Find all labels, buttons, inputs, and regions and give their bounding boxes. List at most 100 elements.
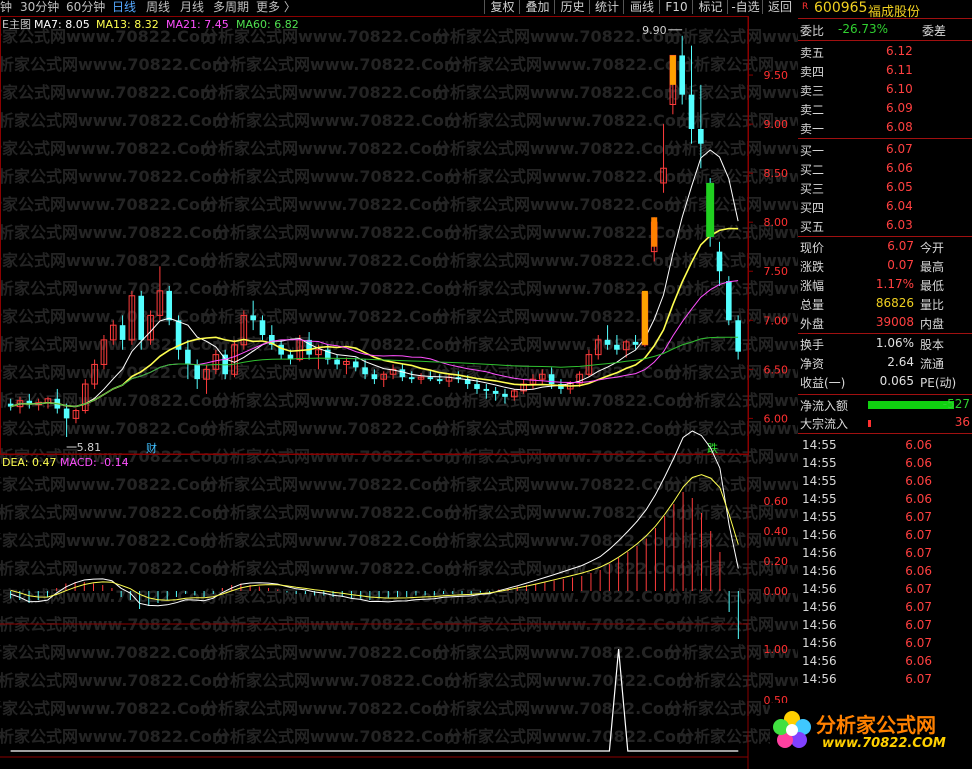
divider [798, 138, 972, 139]
timeframe-tab[interactable]: 60分钟 [66, 0, 105, 15]
tick-row[interactable]: 14:56 6.07 [798, 580, 972, 598]
sell-level-price[interactable]: 6.08 [886, 120, 913, 134]
buy-level-price[interactable]: 6.07 [886, 142, 913, 156]
main-ytick-label: 6.50 [764, 363, 789, 376]
buy-level-price[interactable]: 6.03 [886, 218, 913, 232]
tick-row[interactable]: 14:55 6.06 [798, 436, 972, 454]
tool-button[interactable]: 标记 [692, 0, 728, 14]
tool-button[interactable]: 返回 [762, 0, 797, 14]
tick-price: 6.06 [905, 474, 932, 488]
main-legend-prefix: E主图 [2, 18, 31, 31]
weibi-label: 委比 [800, 24, 825, 38]
sell-level-price[interactable]: 6.12 [886, 44, 913, 58]
watermark-text: 分析家公式网www.70822.Com [434, 419, 681, 438]
tool-button[interactable]: 统计 [589, 0, 624, 14]
watermark-text: 分析家公式网www.70822.Com [678, 391, 798, 410]
fund-value: 1.06% [875, 336, 914, 350]
stock-code: 600965 [814, 0, 868, 16]
watermark-text: 分析家公式网www.70822.Com [0, 279, 229, 298]
tick-time: 14:55 [802, 510, 837, 524]
signal-block [669, 55, 676, 85]
tick-row[interactable]: 14:55 6.06 [798, 472, 972, 490]
watermark-text: 分析家公式网www.70822.Com [0, 419, 217, 438]
candle-body [408, 377, 415, 380]
divider [798, 40, 972, 41]
candle-body [306, 339, 312, 355]
stat-label-2: 最高 [920, 260, 945, 274]
watermark-text: 分析家公式网www.70822.Com [202, 643, 449, 662]
tick-row[interactable]: 14:55 6.06 [798, 454, 972, 472]
tick-row[interactable]: 14:56 6.06 [798, 562, 972, 580]
tick-row[interactable]: 14:55 6.06 [798, 490, 972, 508]
candle-body [119, 325, 126, 340]
watermark-text: 分析家公式网www.70822.Com [0, 503, 229, 522]
buy-level-price[interactable]: 6.06 [886, 161, 913, 175]
low-price-label: 5.81 [77, 441, 102, 454]
timeframe-tab[interactable]: 日线 [112, 0, 136, 15]
watermark-text: 分析家公式网www.70822.Com [446, 111, 693, 130]
watermark-text: 分析家公式网www.70822.Com [0, 307, 217, 326]
tick-row[interactable]: 14:56 6.07 [798, 634, 972, 652]
candle-body [166, 290, 173, 321]
timeframe-tab[interactable]: 多周期 [213, 0, 249, 15]
quote-panel: R 600965 福成股份 委比 -26.73% 委差 卖五 6.12 卖四 6.11… [798, 0, 972, 769]
sell-level-label: 卖二 [800, 103, 825, 117]
sell-level-price[interactable]: 6.10 [886, 82, 913, 96]
tool-button[interactable]: 复权 [484, 0, 520, 14]
tick-time: 14:56 [802, 564, 837, 578]
buy-level-price[interactable]: 6.05 [886, 180, 913, 194]
tick-row[interactable]: 14:56 6.07 [798, 598, 972, 616]
stat-value: 0.07 [887, 258, 914, 272]
tick-price: 6.07 [905, 636, 932, 650]
watermark-text: 分析家公式网www.70822.Com [0, 223, 229, 242]
tick-time: 14:55 [802, 438, 837, 452]
watermark-text: 分析家公式网www.70822.Com [0, 55, 229, 74]
site-logo: 分析家公式网 www.70822.COM [770, 703, 970, 763]
stat-label: 总量 [800, 298, 825, 312]
tick-row[interactable]: 14:55 6.07 [798, 508, 972, 526]
tick-row[interactable]: 14:56 6.07 [798, 670, 972, 688]
stat-value: 6.07 [887, 239, 914, 253]
candle-body [259, 320, 266, 335]
kline-chart-area[interactable]: 分析家公式网www.70822.Com分析家公式网www.70822.Com分析… [0, 16, 798, 769]
fund-label-2: 流通 [920, 357, 945, 371]
tool-button[interactable]: -自选 [727, 0, 763, 14]
tick-row[interactable]: 14:56 6.07 [798, 616, 972, 634]
tick-row[interactable]: 14:56 6.06 [798, 652, 972, 670]
watermark-text: 分析家公式网www.70822.Com [0, 83, 217, 102]
tick-row[interactable]: 14:56 6.07 [798, 544, 972, 562]
sell-level-price[interactable]: 6.09 [886, 101, 913, 115]
watermark-text: 分析家公式网www.70822.Com [434, 195, 681, 214]
timeframe-tab[interactable]: 周线 [146, 0, 170, 15]
sell-level-label: 卖一 [800, 122, 825, 136]
stat-value: 86826 [875, 296, 914, 310]
candle-body [334, 359, 340, 365]
watermark-text: 分析家公式网www.70822.Com [666, 139, 798, 158]
candle-body [614, 344, 620, 350]
tick-time: 14:56 [802, 618, 837, 632]
buy-level-price[interactable]: 6.04 [886, 199, 913, 213]
tick-row[interactable]: 14:56 6.07 [798, 526, 972, 544]
watermark-text: 分析家公式网www.70822.Com [0, 643, 217, 662]
watermark-text: 分析家公式网www.70822.Com [202, 83, 449, 102]
candle-body [502, 393, 508, 397]
sell-level-price[interactable]: 6.11 [886, 63, 913, 77]
timeframe-tab[interactable]: 钟 [0, 0, 12, 15]
timeframe-tab[interactable]: 更多 〉 [256, 0, 296, 15]
tool-button[interactable]: 画线 [623, 0, 660, 14]
tick-time: 14:55 [802, 456, 837, 470]
tool-button[interactable]: 叠加 [519, 0, 555, 14]
watermark-text: 分析家公式网www.70822.Com [214, 55, 461, 74]
watermark-text: 分析家公式网www.70822.Com [0, 111, 229, 130]
candle-body [474, 384, 480, 389]
watermark-text: 分析家公式网www.70822.Com [678, 671, 798, 690]
timeframe-tab[interactable]: 30分钟 [20, 0, 59, 15]
watermark-text: 分析家公式网www.70822.Com [434, 643, 681, 662]
tick-price: 6.07 [905, 618, 932, 632]
stat-value: 1.17% [875, 277, 914, 291]
divider [798, 433, 972, 434]
tool-button[interactable]: 历史 [554, 0, 590, 14]
timeframe-tab[interactable]: 月线 [180, 0, 204, 15]
watermark-text: 分析家公式网www.70822.Com [202, 251, 449, 270]
tool-button[interactable]: F10 [659, 0, 693, 14]
